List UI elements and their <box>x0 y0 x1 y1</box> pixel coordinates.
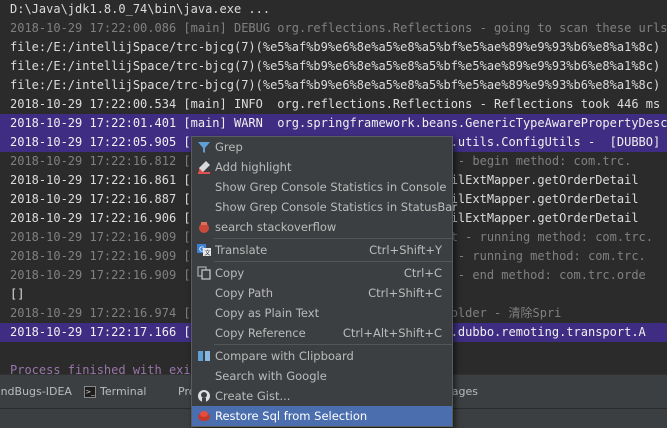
menu-item-stats-console[interactable]: Show Grep Console Statistics in Console <box>192 177 452 197</box>
menu-item-label: Show Grep Console Statistics in StatusBa… <box>215 200 458 214</box>
menu-item-stats-statusbar[interactable]: Show Grep Console Statistics in StatusBa… <box>192 197 457 217</box>
console-line-text: [] <box>10 287 25 301</box>
stackoverflow-icon <box>199 222 209 233</box>
console-line: file:/E:/intellijSpace/trc-bjcg(7)(%e5%a… <box>0 76 667 95</box>
menu-separator <box>214 261 452 262</box>
menu-item-shortcut: Ctrl+Alt+Shift+C <box>342 326 442 340</box>
highlight-icon <box>198 161 210 174</box>
svg-text:文: 文 <box>205 249 211 257</box>
menu-item-label: Search with Google <box>215 369 327 383</box>
menu-item-search-google[interactable]: Search with Google <box>192 366 452 386</box>
menu-item-label: Restore Sql from Selection <box>215 409 368 423</box>
terminal-icon: >_ <box>84 386 96 398</box>
github-icon <box>198 390 210 402</box>
menu-item-copy[interactable]: Copy Ctrl+C <box>192 263 452 283</box>
menu-item-translate[interactable]: G文 Translate Ctrl+Shift+Y <box>192 240 452 260</box>
menu-item-label: Show Grep Console Statistics in Console <box>215 180 447 194</box>
menu-item-add-highlight[interactable]: Add highlight <box>192 157 452 177</box>
menu-item-shortcut: Ctrl+C <box>403 266 442 280</box>
console-line-text: D:\Java\jdk1.8.0_74\bin\java.exe ... <box>10 2 271 16</box>
menu-item-label: search stackoverflow <box>215 220 337 234</box>
console-line-text: file:/E:/intellijSpace/trc-bjcg(7)(%e5%a… <box>10 59 661 73</box>
menu-item-restore-sql[interactable]: Restore Sql from Selection <box>192 406 452 426</box>
console-line-text: file:/E:/intellijSpace/trc-bjcg(7)(%e5%a… <box>10 40 661 54</box>
menu-item-compare-clipboard[interactable]: Compare with Clipboard <box>192 346 452 366</box>
tab-findbugs-label: FindBugs-IDEA <box>0 385 72 398</box>
menu-item-shortcut: Ctrl+Shift+Y <box>369 243 442 257</box>
copy-icon <box>197 266 211 280</box>
tab-terminal-label: Terminal <box>100 385 147 398</box>
menu-item-create-gist[interactable]: Create Gist... <box>192 386 452 406</box>
compare-icon <box>198 351 210 361</box>
grep-icon <box>198 142 210 153</box>
menu-item-label: Add highlight <box>215 160 292 174</box>
console-line: file:/E:/intellijSpace/trc-bjcg(7)(%e5%a… <box>0 57 667 76</box>
tab-findbugs[interactable]: FindBugs-IDEA <box>0 375 72 408</box>
console-line-text: 2018-10-29 17:22:00.534 [main] INFO org.… <box>10 97 661 111</box>
menu-item-label: Grep <box>215 140 243 154</box>
context-menu: Grep Add highlight Show Grep Console Sta… <box>191 136 457 427</box>
console-line: 2018-10-29 17:22:00.534 [main] INFO org.… <box>0 95 667 114</box>
menu-item-copy-reference[interactable]: Copy Reference Ctrl+Alt+Shift+C <box>192 323 452 343</box>
console-line: 2018-10-29 17:22:01.401 [main] WARN org.… <box>0 114 667 133</box>
menu-item-label: Copy as Plain Text <box>215 306 320 320</box>
menu-item-label: Create Gist... <box>215 389 291 403</box>
console-line-text: 2018-10-29 17:22:01.401 [main] WARN org.… <box>10 116 667 130</box>
menu-item-copy-plain-text[interactable]: Copy as Plain Text <box>192 303 452 323</box>
console-line-text: file:/E:/intellijSpace/trc-bjcg(7)(%e5%a… <box>10 78 661 92</box>
menu-item-search-stackoverflow[interactable]: search stackoverflow <box>192 217 452 237</box>
menu-item-shortcut: Ctrl+Shift+C <box>368 286 442 300</box>
console-line: D:\Java\jdk1.8.0_74\bin\java.exe ... <box>0 0 667 19</box>
menu-item-copy-path[interactable]: Copy Path Ctrl+Shift+C <box>192 283 452 303</box>
menu-item-label: Translate <box>215 243 268 257</box>
menu-item-label: Copy Reference <box>215 326 306 340</box>
menu-item-label: Compare with Clipboard <box>215 349 354 363</box>
tab-terminal[interactable]: >_ Terminal <box>84 375 147 408</box>
menu-separator <box>214 344 452 345</box>
sql-icon <box>198 411 210 421</box>
menu-item-label: Copy Path <box>215 286 274 300</box>
translate-icon: G文 <box>197 244 211 257</box>
console-line-text: 2018-10-29 17:22:00.086 [main] DEBUG org… <box>10 21 667 35</box>
console-line: file:/E:/intellijSpace/trc-bjcg(7)(%e5%a… <box>0 38 667 57</box>
menu-separator <box>214 238 452 239</box>
menu-item-grep[interactable]: Grep <box>192 137 452 157</box>
console-line: 2018-10-29 17:22:00.086 [main] DEBUG org… <box>0 19 667 38</box>
menu-item-label: Copy <box>215 266 245 280</box>
